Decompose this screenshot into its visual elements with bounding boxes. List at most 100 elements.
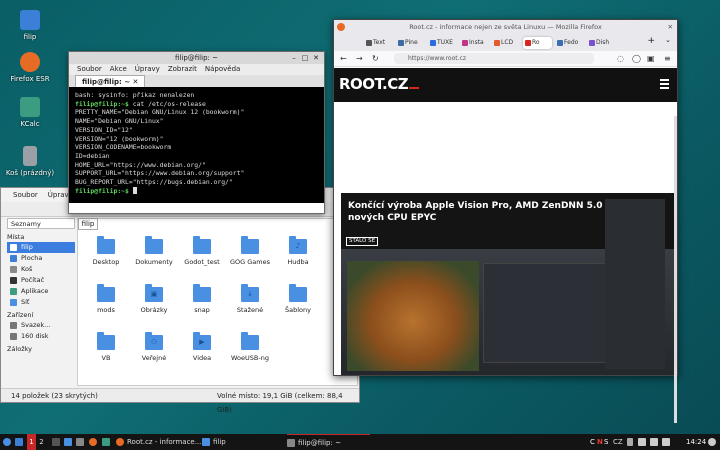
sidebar-item-aplikace[interactable]: Aplikace [7,286,75,297]
sidebar-item-device[interactable]: Svazek... [7,320,75,331]
task-filemanager[interactable]: filip [202,434,226,450]
folder-item[interactable]: WoeUSB-ng [226,332,274,373]
desktop-icon-trash[interactable]: Koš (prázdný) [0,146,60,177]
close-icon[interactable]: ✕ [668,20,673,34]
browser-tab[interactable]: LCD [492,37,521,49]
folder-grid: Desktop Dokumenty Godot_test GOG Games ♪ Hudb… [82,236,354,373]
display-icon[interactable] [638,438,646,446]
folder-item[interactable]: ⚇ Veřejné [130,332,178,373]
browser-tab[interactable]: TUXE [428,37,457,49]
sidebar-item-device[interactable]: 160 disk [7,331,75,342]
browser-tab[interactable]: Dish [587,37,616,49]
sidebar-item-label: Koš [21,265,33,273]
browser-tab[interactable]: Pine [396,37,425,49]
folder-item[interactable]: mods [82,284,130,325]
clipboard-icon[interactable] [627,438,633,446]
volume-icon[interactable] [650,438,658,446]
trash-launcher-icon[interactable] [76,438,84,446]
terminal-menu-actions[interactable]: Akce [110,64,127,75]
sidebar-item-plocha[interactable]: Plocha [7,253,75,264]
network-icon[interactable] [662,438,670,446]
folder-item[interactable]: Desktop [82,236,130,277]
files-launcher-icon[interactable] [64,438,72,446]
browser-tab[interactable]: Insta [460,37,489,49]
folder-item[interactable]: ♪ Hudba [274,236,322,277]
site-logo[interactable]: ROOT.CZ [339,75,420,93]
minimize-icon[interactable]: – [290,54,298,62]
fm-menu-file[interactable]: Soubor [13,188,38,202]
keyboard-layout[interactable]: CZ [613,434,623,450]
firefox-launcher-icon[interactable] [89,438,97,446]
power-icon[interactable] [708,438,716,446]
terminal-window: filip@filip: ~ – □ ✕ Soubor Akce Úpravy … [68,51,325,214]
workspace-1[interactable]: 1 [27,434,36,450]
shield-icon[interactable]: ◌ [617,54,624,63]
terminal-menu-file[interactable]: Soubor [77,64,102,75]
account-icon[interactable]: ◯ [632,54,641,63]
tray-s[interactable]: S [604,434,608,450]
terminal-output[interactable]: bash: sysinfo: příkaz nenalezen filip@fil… [69,87,324,203]
terminal-text: ID=debian [75,151,110,160]
kcalc-launcher-icon[interactable] [102,438,110,446]
firefox-titlebar[interactable]: Root.cz - informace nejen ze světa Linux… [334,20,677,34]
folder-label: VB [101,354,111,362]
browser-tab[interactable]: Ro [523,37,552,49]
sidebar-mode-select[interactable]: Seznamy [7,218,75,229]
folder-item[interactable]: Godot_test [178,236,226,277]
folder-item[interactable]: ▣ Obrázky [130,284,178,325]
new-tab-icon[interactable]: + [647,36,655,46]
sidebar-item-pocitac[interactable]: Počítač [7,275,75,286]
sidebar-item-kos[interactable]: Koš [7,264,75,275]
tray-n[interactable]: N [597,434,603,450]
article-image[interactable] [341,199,675,375]
back-icon[interactable]: ← [340,54,347,63]
folder-label: Obrázky [140,306,168,314]
forward-icon[interactable]: → [356,54,363,63]
folder-icon [97,284,115,302]
workspace-2[interactable]: 2 [38,434,45,450]
reload-icon[interactable]: ↻ [372,54,379,63]
desktop-icon-home[interactable]: filip [0,10,60,41]
clock[interactable]: 14:24 [686,434,706,450]
sidebar-item-sit[interactable]: Síť [7,297,75,308]
extensions-icon[interactable]: ▣ [647,54,655,63]
task-firefox[interactable]: Root.cz - informace... [116,434,201,450]
terminal-menu-help[interactable]: Nápověda [205,64,240,75]
folder-item[interactable]: GOG Games [226,236,274,277]
folder-item[interactable]: snap [178,284,226,325]
terminal-tabbar: filip@filip: ~ ✕ [69,75,324,87]
terminal-menu-edit[interactable]: Úpravy [135,64,160,75]
show-desktop-icon[interactable] [15,438,23,446]
folder-item[interactable]: Dokumenty [130,236,178,277]
terminal-launcher-icon[interactable] [52,438,60,446]
featured-article[interactable]: Končící výroba Apple Vision Pro, AMD Zen… [341,193,675,375]
folder-item[interactable]: ↓ Stažené [226,284,274,325]
workspace-label: 1 [29,438,34,446]
terminal-tab[interactable]: filip@filip: ~ ✕ [75,75,146,87]
menu-icon[interactable]: ≡ [664,54,671,63]
desktop-icon-kcalc[interactable]: KCalc [0,97,60,128]
terminal-titlebar[interactable]: filip@filip: ~ – □ ✕ [69,52,324,64]
browser-tab[interactable]: Text [364,37,393,49]
path-tab[interactable]: filip [78,218,98,230]
url-bar[interactable]: https://www.root.cz [394,53,594,64]
maximize-icon[interactable]: □ [301,54,309,62]
terminal-menu-view[interactable]: Zobrazit [168,64,197,75]
folder-item[interactable]: VB [82,332,130,373]
close-icon[interactable]: ✕ [312,54,320,62]
app-menu-icon[interactable] [3,438,11,446]
chevron-down-icon[interactable]: ⌄ [665,36,671,44]
tab-favicon-icon [366,40,372,46]
task-terminal[interactable]: filip@filip: ~ [287,434,370,450]
folder-item[interactable]: Šablony [274,284,322,325]
tab-favicon-icon [494,40,500,46]
browser-tab[interactable]: Fedo [555,37,584,49]
page-scrollbar[interactable] [674,116,677,423]
desktop-icon-firefox[interactable]: Firefox ESR [0,52,60,83]
fm-statusbar: 14 položek (23 skrytých) Volné místo: 19… [1,388,359,414]
terminal-line: filip@filip:~$ [75,187,318,196]
sidebar-item-filip[interactable]: filip [7,242,75,253]
hamburger-icon[interactable] [660,79,669,91]
tray-c[interactable]: C [590,434,595,450]
folder-item[interactable]: ▶ Videa [178,332,226,373]
